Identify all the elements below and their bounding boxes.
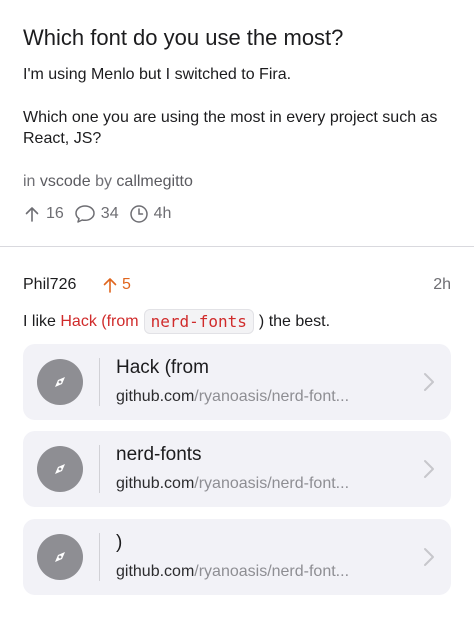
- link-title: Hack (from: [116, 357, 209, 378]
- safari-compass-icon: [37, 359, 83, 405]
- post-body-line-1: I'm using Menlo but I switched to Fira.: [23, 66, 292, 83]
- link-path: /ryanoasis/nerd-font...: [194, 475, 350, 492]
- comment-author[interactable]: Phil726: [23, 276, 76, 294]
- comment-count: 34: [100, 205, 119, 222]
- post-meta: in vscode by callmegitto: [23, 173, 193, 191]
- chevron-right-icon: [424, 548, 434, 566]
- comment-inline-link[interactable]: Hack (from: [60, 313, 138, 331]
- speech-bubble-icon: [75, 205, 95, 223]
- link-preview-card[interactable]: nerd-fonts github.com/ryanoasis/nerd-fon…: [23, 431, 451, 507]
- comment-text-suffix: ) the best.: [258, 312, 331, 330]
- link-domain: github.com: [116, 563, 195, 580]
- comment-body: I like Hack (from nerd-fonts) the best.: [23, 309, 330, 334]
- post-title: Which font do you use the most?: [23, 25, 344, 50]
- link-preview-card[interactable]: Hack (from github.com/ryanoasis/nerd-fon…: [23, 344, 451, 420]
- comment-vote[interactable]: 5: [102, 276, 131, 294]
- upvote-count: 16: [46, 205, 64, 222]
- meta-by-label: by: [95, 173, 112, 190]
- link-url: github.com/ryanoasis/nerd-font...: [116, 475, 349, 493]
- arrow-up-icon: [103, 278, 117, 293]
- subreddit-link[interactable]: vscode: [40, 173, 91, 190]
- link-title: ): [116, 532, 123, 553]
- link-domain: github.com: [116, 475, 195, 492]
- meta-in-label: in: [23, 173, 36, 190]
- chevron-right-icon: [424, 460, 434, 478]
- comment-text-prefix: I like: [23, 312, 56, 330]
- arrow-up-icon: [25, 207, 39, 222]
- age-stat: 4h: [129, 204, 172, 224]
- link-url: github.com/ryanoasis/nerd-font...: [116, 563, 349, 581]
- link-title: nerd-fonts: [116, 444, 202, 465]
- chevron-right-icon: [424, 373, 434, 391]
- post-age: 4h: [153, 205, 172, 222]
- comment-header: Phil726 5 2h: [23, 276, 451, 296]
- comment-vote-count: 5: [122, 276, 131, 293]
- card-separator: [99, 358, 100, 406]
- post-stats: 16 34 4h: [23, 204, 181, 224]
- link-path: /ryanoasis/nerd-font...: [194, 563, 350, 580]
- post-body-line-2: Which one you are using the most in ever…: [23, 109, 438, 147]
- link-preview-card[interactable]: ) github.com/ryanoasis/nerd-font...: [23, 519, 451, 595]
- divider: [0, 246, 474, 247]
- safari-compass-icon: [37, 534, 83, 580]
- upvote-stat[interactable]: 16: [23, 205, 64, 223]
- card-separator: [99, 533, 100, 581]
- post-author-link[interactable]: callmegitto: [116, 173, 192, 190]
- comment-time: 2h: [433, 276, 451, 293]
- clock-icon: [129, 205, 148, 223]
- comments-stat[interactable]: 34: [74, 204, 119, 224]
- link-path: /ryanoasis/nerd-font...: [194, 388, 350, 405]
- link-url: github.com/ryanoasis/nerd-font...: [116, 388, 349, 406]
- card-separator: [99, 445, 100, 493]
- safari-compass-icon: [37, 446, 83, 492]
- comment-code-span[interactable]: nerd-fonts: [143, 309, 254, 334]
- link-domain: github.com: [116, 388, 195, 405]
